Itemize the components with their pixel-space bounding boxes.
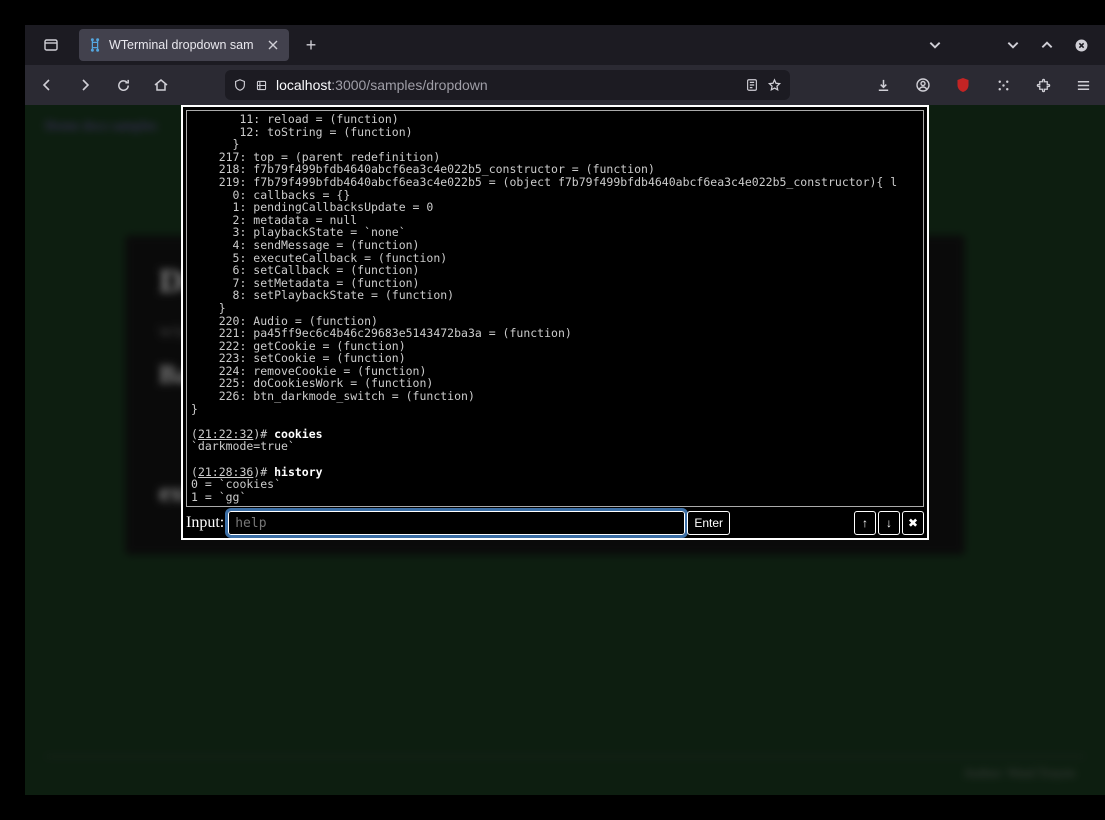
- nav-back-icon[interactable]: [33, 71, 61, 99]
- extensions-icon[interactable]: [989, 71, 1017, 99]
- nav-reload-icon[interactable]: [109, 71, 137, 99]
- history-down-button[interactable]: ↓: [878, 511, 900, 535]
- tabs-dropdown-icon[interactable]: [925, 35, 945, 55]
- new-tab-button[interactable]: +: [297, 31, 325, 59]
- ublock-icon[interactable]: [949, 71, 977, 99]
- reader-mode-icon[interactable]: [745, 78, 759, 92]
- recent-icon[interactable]: [31, 25, 71, 65]
- tab-active[interactable]: WTerminal dropdown sam: [79, 29, 289, 61]
- tab-close-icon[interactable]: [265, 37, 281, 53]
- terminal-output[interactable]: 11: reload = (function) 12: toString = (…: [186, 110, 924, 507]
- footer-text: Author: Ward Truyen: [964, 765, 1075, 781]
- nav-forward-icon[interactable]: [71, 71, 99, 99]
- window-minimize-icon[interactable]: [1003, 35, 1023, 55]
- app-menu-icon[interactable]: [1069, 71, 1097, 99]
- footer-divider: [45, 756, 1085, 757]
- terminal-window: 11: reload = (function) 12: toString = (…: [181, 105, 929, 540]
- history-up-button[interactable]: ↑: [854, 511, 876, 535]
- enter-button[interactable]: Enter: [687, 511, 730, 535]
- terminal-input-bar: Input: Enter ↑ ↓ ✖: [183, 510, 927, 538]
- bookmark-icon[interactable]: [767, 78, 782, 93]
- page-content: Home docs samples Dropdown WTerminal dro…: [25, 105, 1105, 795]
- url-bar[interactable]: localhost:3000/samples/dropdown: [225, 70, 790, 100]
- window-close-icon[interactable]: [1071, 35, 1091, 55]
- account-icon[interactable]: [909, 71, 937, 99]
- tab-title: WTerminal dropdown sam: [109, 38, 259, 52]
- browser-window: WTerminal dropdown sam +: [25, 25, 1105, 795]
- nav-home-icon[interactable]: [147, 71, 175, 99]
- shield-icon: [233, 78, 247, 92]
- extensions-puzzle-icon[interactable]: [1029, 71, 1057, 99]
- tab-strip: WTerminal dropdown sam +: [25, 25, 1105, 65]
- window-maximize-icon[interactable]: [1037, 35, 1057, 55]
- lock-icon: [255, 79, 268, 92]
- downloads-icon[interactable]: [869, 71, 897, 99]
- url-text: localhost:3000/samples/dropdown: [276, 77, 737, 93]
- terminal-input[interactable]: [228, 511, 685, 535]
- input-label: Input:: [186, 514, 226, 532]
- terminal-close-button[interactable]: ✖: [902, 511, 924, 535]
- tab-favicon-icon: [87, 37, 103, 53]
- browser-toolbar: localhost:3000/samples/dropdown: [25, 65, 1105, 105]
